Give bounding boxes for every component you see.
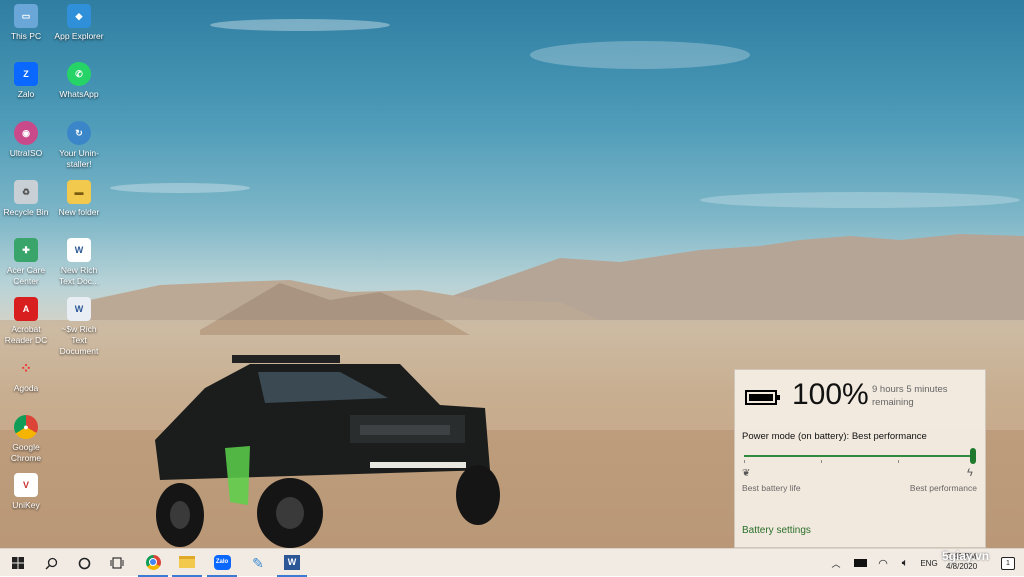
desktop-icon-rich-text-temp[interactable]: W ~$w Rich Text Document (53, 297, 105, 357)
desktop-icon-app-explorer[interactable]: ◆ App Explorer (53, 4, 105, 42)
action-center-button[interactable]: 1 (996, 549, 1020, 577)
taskbar-zalo[interactable]: Zalo (207, 549, 237, 577)
desktop-icon-this-pc[interactable]: ▭ This PC (0, 4, 52, 42)
task-view-button[interactable] (102, 549, 132, 577)
lightning-icon: ϟ (967, 467, 973, 479)
watermark: 5giay.vn (942, 549, 990, 563)
best-performance-label: Best performance (909, 483, 977, 493)
battery-level-fill (749, 394, 773, 401)
wifi-tray-button[interactable]: ◠ (873, 549, 893, 577)
word-icon: W (284, 554, 300, 570)
desktop-icon-acrobat[interactable]: A Acrobat Reader DC (0, 297, 52, 346)
zalo-icon: Z (14, 62, 38, 86)
desktop-wallpaper: ▭ This PC ◆ App Explorer Z Zalo ✆ WhatsA… (0, 0, 1024, 548)
desktop-icon-unikey[interactable]: V UniKey (0, 473, 52, 511)
desktop-icon-zalo[interactable]: Z Zalo (0, 62, 52, 100)
desktop-icon-whatsapp[interactable]: ✆ WhatsApp (53, 62, 105, 100)
desktop-icon-uninstaller[interactable]: ↻ Your Unin-staller! (53, 121, 105, 170)
cortana-icon (78, 557, 90, 569)
chrome-icon: ● (14, 415, 38, 439)
power-mode-label: Power mode (on battery): Best performanc… (742, 431, 927, 442)
chrome-icon (145, 554, 161, 570)
taskbar-word[interactable]: W (277, 549, 307, 577)
desktop-icon-new-rich-text[interactable]: W New Rich Text Doc... (53, 238, 105, 287)
acer-care-icon: ✚ (14, 238, 38, 262)
battery-time-remaining: 9 hours 5 minutes remaining (872, 384, 948, 408)
recycle-bin-icon: ♻ (14, 180, 38, 204)
taskbar-chrome[interactable] (138, 549, 168, 577)
agoda-icon: ⁘ (20, 359, 32, 376)
taskbar-file-explorer[interactable] (172, 549, 202, 577)
notification-icon: 1 (1001, 556, 1015, 570)
acrobat-icon: A (14, 297, 38, 321)
zalo-icon: Zalo (213, 554, 231, 570)
wifi-icon: ◠ (878, 557, 888, 570)
power-mode-slider[interactable] (744, 448, 976, 464)
unikey-icon: V (14, 473, 38, 497)
search-button[interactable] (36, 549, 66, 577)
battery-settings-link[interactable]: Battery settings (742, 525, 811, 536)
paint-icon: ✎ (252, 554, 264, 571)
folder-icon: ▬ (67, 180, 91, 204)
desktop-icon-agoda[interactable]: ⁘ Agoda (0, 356, 52, 394)
uninstaller-icon: ↻ (67, 121, 91, 145)
word-doc-icon: W (67, 297, 91, 321)
taskbar-paint[interactable]: ✎ (243, 549, 273, 577)
taskbar: Zalo ✎ W ︿ ◠ 🔈︎ ENG 3:49 PM 4/8/2020 1 (0, 548, 1024, 577)
show-hidden-icons-button[interactable]: ︿ (828, 549, 844, 577)
windows-logo-icon (12, 557, 24, 569)
language-indicator[interactable]: ENG (917, 549, 941, 577)
battery-icon (745, 390, 780, 405)
start-button[interactable] (2, 549, 34, 577)
whatsapp-icon: ✆ (67, 62, 91, 86)
battery-tray-button[interactable] (850, 549, 870, 577)
desktop-icon-ultraiso[interactable]: ◉ UltraISO (0, 121, 52, 159)
battery-tray-icon (853, 559, 867, 567)
file-explorer-icon (179, 556, 195, 568)
battery-flyout: 100% 9 hours 5 minutes remaining Power m… (734, 369, 986, 548)
chevron-up-icon: ︿ (831, 558, 841, 569)
battery-percent: 100% (792, 378, 869, 411)
desktop-icon-recycle-bin[interactable]: ♻ Recycle Bin (0, 180, 52, 218)
word-doc-icon: W (67, 238, 91, 262)
power-mode-slider-thumb[interactable] (970, 448, 976, 464)
speaker-icon: 🔈︎ (901, 556, 909, 569)
desktop-icon-acer-care[interactable]: ✚ Acer Care Center (0, 238, 52, 287)
leaf-icon: ❦ (742, 468, 751, 479)
clock-date: 4/8/2020 (946, 562, 978, 571)
volume-tray-button[interactable]: 🔈︎ (895, 549, 915, 577)
desktop-icon-new-folder[interactable]: ▬ New folder (53, 180, 105, 218)
task-view-icon (110, 557, 124, 569)
notification-count: 1 (1006, 559, 1010, 567)
ultraiso-icon: ◉ (14, 121, 38, 145)
search-icon (45, 557, 57, 569)
cortana-button[interactable] (69, 549, 99, 577)
best-battery-life-label: Best battery life (742, 483, 801, 493)
pc-icon: ▭ (14, 4, 38, 28)
desktop-icon-chrome[interactable]: ● Google Chrome (0, 415, 52, 464)
app-explorer-icon: ◆ (67, 4, 91, 28)
